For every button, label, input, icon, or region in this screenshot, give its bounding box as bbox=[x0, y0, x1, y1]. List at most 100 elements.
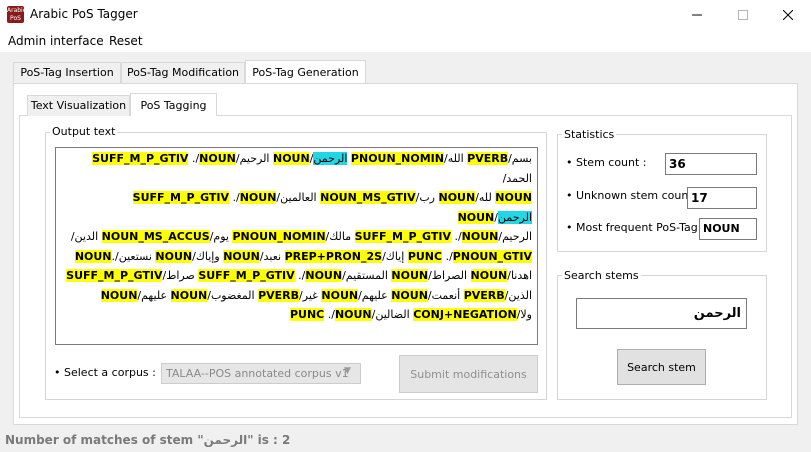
minimize-button[interactable] bbox=[674, 0, 720, 30]
word-text: إياك/ bbox=[382, 249, 408, 263]
word-text: ./ bbox=[188, 152, 200, 165]
most-frequent-tag-text: Most frequent PoS-Tag : bbox=[576, 221, 705, 234]
pos-tag: NOUN bbox=[495, 191, 532, 204]
pos-tag: PVERB bbox=[463, 288, 505, 302]
output-line: ولا/CONJ+NEGATION الضالين/PUNC ./NOUN bbox=[60, 305, 532, 325]
word-text: الصراط/ bbox=[428, 269, 471, 282]
corpus-select[interactable]: TALAA--POS annotated corpus v1 bbox=[161, 363, 361, 384]
stem-match-highlight: الرحمن bbox=[497, 210, 532, 224]
menu-admin-interface[interactable]: Admin interface bbox=[8, 34, 104, 48]
word-text: الرحيم/ bbox=[235, 152, 273, 165]
stem-count-text: Stem count : bbox=[576, 156, 647, 169]
word-text: لله/ bbox=[475, 191, 496, 204]
word-text: ./ bbox=[324, 308, 335, 321]
bullet-icon: • bbox=[566, 156, 576, 169]
pos-tag: NOUN bbox=[155, 249, 193, 263]
word-text: الدين/ bbox=[70, 230, 102, 243]
status-text: Number of matches of stem "الرحمن" is : … bbox=[5, 433, 291, 447]
tab-pos-tagging[interactable]: PoS Tagging bbox=[130, 93, 217, 116]
pos-tag: NOUN bbox=[199, 152, 236, 165]
window-title: Arabic PoS Tagger bbox=[30, 7, 138, 21]
unknown-stem-count-value: 17 bbox=[687, 187, 757, 209]
output-line: اهدنا/NOUN الصراط/NOUN المستقيم/SUFF_M_P… bbox=[60, 266, 532, 286]
word-text: نعبد/ bbox=[259, 249, 285, 263]
tab-pos-tag-generation[interactable]: PoS-Tag Generation bbox=[245, 60, 366, 83]
word-text: عليهم/ bbox=[137, 288, 171, 302]
word-text: المستقيم/ bbox=[342, 269, 392, 282]
pos-tag: NOUN bbox=[74, 249, 112, 263]
submit-modifications-button[interactable]: Submit modifications bbox=[399, 355, 538, 393]
pos-tag: SUFF_M_P_GTIV bbox=[92, 152, 189, 165]
word-text: ./ bbox=[450, 230, 462, 243]
close-icon bbox=[783, 10, 793, 20]
output-text-label: Output text bbox=[50, 125, 118, 138]
pos-tag: NOUN_MS_GTIV bbox=[320, 191, 416, 204]
chevron-down-icon: ▼ bbox=[344, 366, 351, 376]
bullet-icon: • bbox=[566, 221, 576, 234]
pos-tag: NOUN bbox=[170, 288, 208, 302]
tab-pos-tag-modification[interactable]: PoS-Tag Modification bbox=[121, 62, 245, 83]
pos-tag: SUFF_M_P_GTIV bbox=[354, 230, 451, 243]
pos-tag: NOUN bbox=[391, 288, 428, 302]
menu-reset[interactable]: Reset bbox=[109, 34, 143, 48]
word-text: اهدنا/ bbox=[507, 269, 532, 282]
pos-tag: PNOUN_NOMIN bbox=[350, 152, 444, 165]
pos-tag: SUFF_M_P_GTIV bbox=[132, 191, 230, 204]
pos-tag: NOUN bbox=[391, 269, 429, 282]
word-text: ./ bbox=[294, 269, 306, 282]
word-text: مالك/ bbox=[325, 230, 355, 243]
pos-tag: NOUN bbox=[438, 191, 476, 204]
tab-pos-tag-insertion[interactable]: PoS-Tag Insertion bbox=[13, 62, 121, 83]
pos-tag: NOUN bbox=[239, 191, 277, 204]
output-text-area[interactable]: بسم/PVERB الله/PNOUN_NOMIN الرحمن/NOUN ا… bbox=[55, 147, 538, 345]
word-text: ولا/ bbox=[516, 308, 532, 321]
pos-tag: PREP+PRON_2S bbox=[284, 249, 383, 263]
output-line: PUNC ./PNOUN_GTIV إياك/PREP+PRON_2S نعبد… bbox=[60, 247, 532, 267]
word-text: غير/ bbox=[299, 288, 322, 302]
statistics-label: Statistics bbox=[562, 128, 617, 141]
minimize-icon bbox=[692, 14, 702, 16]
word-text: ./ bbox=[442, 249, 453, 263]
word-text: يوم/ bbox=[209, 230, 233, 243]
output-line: NOUN لله/NOUN رب/NOUN_MS_GTIV العالمين/S… bbox=[60, 188, 532, 227]
pos-tag: PVERB bbox=[258, 288, 300, 302]
most-frequent-tag-value: NOUN bbox=[699, 218, 757, 240]
search-stem-button[interactable]: Search stem bbox=[617, 349, 706, 385]
bullet-icon: • bbox=[566, 189, 576, 202]
output-line: الذين/PVERB أنعمت/NOUN عليهم/NOUN غير/PV… bbox=[60, 286, 532, 306]
pos-tag: CONJ+NEGATION bbox=[413, 308, 517, 321]
search-stem-input[interactable]: الرحمن bbox=[576, 298, 747, 329]
pos-tag: NOUN bbox=[305, 269, 343, 282]
word-text: نستعين/. bbox=[111, 249, 156, 263]
word-text: رب/ bbox=[415, 191, 439, 204]
pos-tag: PNOUN_NOMIN bbox=[232, 230, 326, 243]
pos-tag: NOUN bbox=[223, 249, 260, 263]
word-text: المغضوب/ bbox=[207, 288, 259, 302]
tab-text-visualization[interactable]: Text Visualization bbox=[27, 95, 130, 116]
pos-tag: NOUN bbox=[272, 152, 310, 165]
pos-tag: PVERB bbox=[467, 152, 509, 165]
pos-tag: PUNC bbox=[407, 249, 443, 263]
word-text: الحمد/ bbox=[502, 171, 532, 185]
stem-count-label: • Stem count : bbox=[566, 156, 647, 169]
unknown-stem-count-label: • Unknown stem count : bbox=[566, 189, 700, 202]
bullet-icon: • bbox=[54, 366, 64, 379]
word-text: الضالين/ bbox=[371, 308, 414, 321]
word-text: الرحيم/ bbox=[498, 230, 532, 243]
pos-tag: NOUN bbox=[100, 288, 138, 302]
word-text: وإياك/ bbox=[192, 249, 224, 263]
pos-tag: NOUN bbox=[457, 210, 495, 224]
word-text: العالمين/ bbox=[276, 191, 321, 204]
search-stems-label: Search stems bbox=[562, 269, 641, 282]
pos-tag: PNOUN_GTIV bbox=[452, 249, 532, 263]
word-text: ./ bbox=[229, 191, 240, 204]
close-button[interactable] bbox=[765, 0, 811, 30]
maximize-button[interactable] bbox=[720, 0, 766, 30]
select-corpus-label: • Select a corpus : bbox=[54, 366, 156, 379]
pos-tag: NOUN bbox=[461, 230, 499, 243]
pos-tag: PUNC bbox=[289, 308, 325, 321]
select-corpus-text: Select a corpus : bbox=[64, 366, 156, 379]
output-line: بسم/PVERB الله/PNOUN_NOMIN الرحمن/NOUN ا… bbox=[60, 149, 532, 188]
word-text: بسم/ bbox=[508, 152, 532, 165]
maximize-icon bbox=[738, 10, 748, 20]
